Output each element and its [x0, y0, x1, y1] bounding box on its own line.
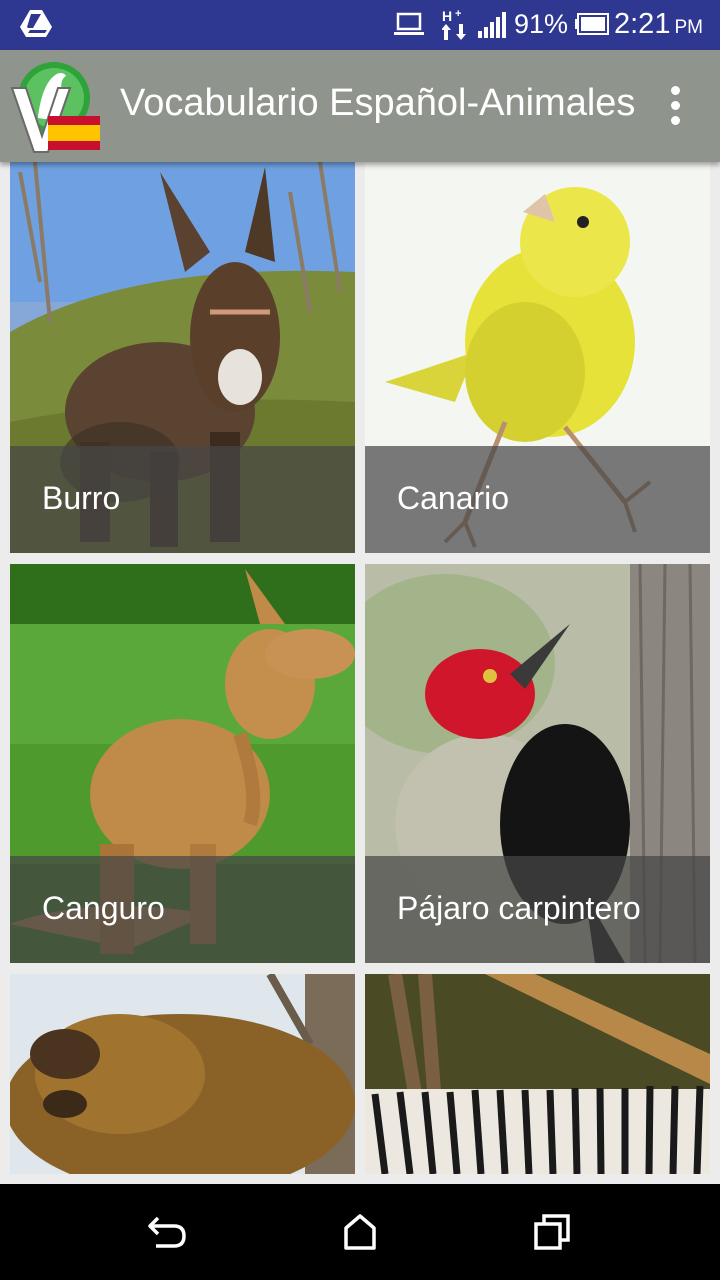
clock-ampm: PM	[674, 17, 703, 38]
caption-overlay: Canario	[365, 446, 710, 553]
grid-item-cebra[interactable]	[365, 974, 710, 1174]
svg-text:+: +	[455, 8, 461, 20]
grid-item-canario[interactable]: Canario	[365, 162, 710, 553]
caption-overlay: Pájaro carpintero	[365, 856, 710, 963]
status-bar: H + 91% 2:21 PM	[0, 0, 720, 50]
app-title: Vocabulario Español-Animales	[120, 82, 636, 124]
animal-grid: Burro Canario Canguro Pájaro carpintero	[0, 162, 720, 1184]
home-icon[interactable]	[336, 1212, 384, 1252]
drive-icon	[20, 10, 52, 37]
navigation-bar	[0, 1184, 720, 1280]
battery-percent: 91%	[514, 9, 569, 39]
caption-overlay: Burro	[10, 446, 355, 553]
zebra-photo	[365, 974, 710, 1174]
laptop-icon	[394, 12, 424, 35]
animal-label: Canguro	[42, 890, 165, 926]
app-bar: Vocabulario Español-Animales	[0, 50, 720, 162]
recent-apps-icon[interactable]	[528, 1212, 576, 1252]
animal-label: Burro	[42, 480, 121, 516]
beaver-photo	[10, 974, 355, 1174]
grid-item-castor[interactable]	[10, 974, 355, 1174]
app-logo	[10, 62, 100, 153]
overflow-menu-icon[interactable]	[656, 80, 696, 132]
battery-icon	[575, 13, 609, 35]
back-icon[interactable]	[144, 1212, 192, 1252]
clock: 2:21 PM	[614, 8, 703, 41]
animal-label: Pájaro carpintero	[397, 890, 641, 926]
animal-label: Canario	[397, 480, 510, 516]
svg-text:H: H	[442, 8, 452, 24]
grid-item-pajaro-carpintero[interactable]: Pájaro carpintero	[365, 564, 710, 963]
grid-item-burro[interactable]: Burro	[10, 162, 355, 553]
clock-time: 2:21	[614, 8, 671, 40]
signal-icon	[478, 12, 506, 38]
caption-overlay: Canguro	[10, 856, 355, 963]
data-transfer-icon: H +	[442, 8, 466, 40]
grid-item-canguro[interactable]: Canguro	[10, 564, 355, 963]
